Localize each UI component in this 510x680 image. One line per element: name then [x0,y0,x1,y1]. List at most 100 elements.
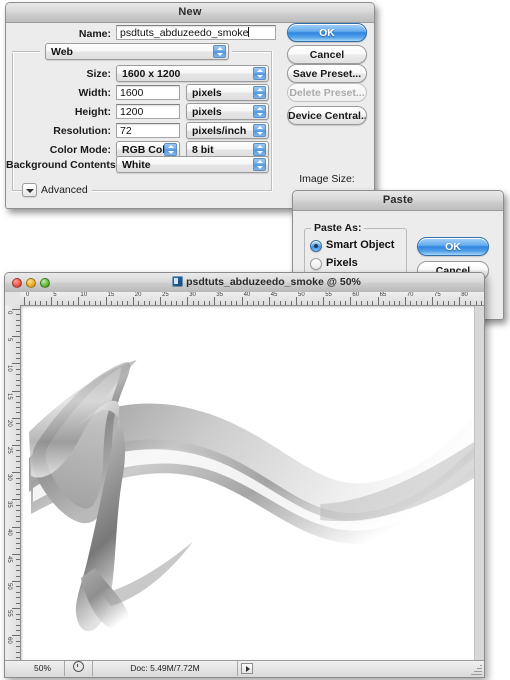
ruler-tick [198,301,200,305]
ruler-tick [16,341,20,343]
row-label-4: Color Mode: [49,144,111,156]
paste-ok-button[interactable]: OK [417,237,489,256]
preset-group-line-right [271,51,272,191]
ruler-tick [16,657,20,659]
advanced-disclosure-triangle[interactable] [22,183,37,197]
ruler-tick [83,301,85,305]
ruler-tick [377,297,379,305]
resize-grip[interactable] [470,663,483,676]
ruler-label: 0 [6,311,12,315]
ruler-tick [16,466,20,468]
status-menu-arrow-icon[interactable] [241,663,253,674]
ruler-tick [16,548,20,550]
status-bar: 50% Doc: 5.49M/7.72M [5,660,484,677]
ruler-tick [219,301,221,305]
ruler-tick [127,301,129,305]
ruler-label: 5 [6,338,12,342]
ruler-label: 80 [461,292,468,298]
ruler-tick [67,301,69,305]
ruler-tick [16,613,20,615]
ruler-tick [312,301,314,305]
ruler-tick [252,301,254,305]
document-title-text: psdtuts_abduzeedo_smoke @ 50% [186,276,361,288]
ok-button[interactable]: OK [287,23,367,42]
ruler-tick [16,532,20,533]
ruler-tick [432,297,433,305]
resolution-unit-value: pixels/inch [192,125,247,137]
resolution-input[interactable]: 72 [116,123,180,138]
ruler-tick [143,301,145,305]
ruler-tick [437,301,439,305]
ruler-tick [16,488,20,490]
canvas[interactable] [21,306,475,660]
row-label-0: Size: [86,68,111,80]
radio-label-smart-object[interactable]: Smart Object [326,239,394,251]
ruler-tick [279,301,281,305]
color-depth-value: 8 bit [192,144,214,156]
ruler-tick [16,537,20,539]
ruler-tick [16,461,20,463]
radio-label-pixels[interactable]: Pixels [326,257,358,269]
height-input[interactable]: 1200 [116,104,180,119]
ruler-tick [51,297,53,305]
ruler-tick [241,297,243,305]
horizontal-ruler[interactable]: 0 5 10 15 20 25 30 35 40 45 50 55 60 65 70 75 80 [20,292,484,306]
preset-popup[interactable]: Web [45,43,229,60]
ruler-tick [16,319,20,321]
ruler-tick [12,581,20,582]
ruler-tick [426,301,428,305]
vertical-ruler[interactable]: 05101520253035404550556065 [5,305,21,677]
cancel-button[interactable]: Cancel [287,45,367,64]
resolution-unit-popup[interactable]: pixels/inch [186,122,269,139]
image-size-label: Image Size: [299,173,355,185]
document-titlebar[interactable]: psdtuts_abduzeedo_smoke @ 50% [5,273,484,293]
ruler-label: 35 [6,501,12,509]
ruler-tick [209,301,210,305]
width-unit-popup[interactable]: pixels [186,84,269,101]
radio-pixels[interactable] [310,258,322,270]
name-label: Name: [78,28,111,40]
ruler-label: 40 [6,528,12,536]
ruler-tick [170,301,172,305]
ruler-tick [16,619,20,621]
ruler-tick [459,297,461,305]
background-contents-value: White [122,159,151,171]
ruler-tick [16,640,20,642]
chevron-updown-icon [253,105,266,118]
ruler-tick [214,297,216,305]
ruler-tick [323,297,325,305]
ruler-tick [16,591,20,593]
device-central-button[interactable]: Device Central... [287,106,367,125]
advanced-label: Advanced [41,184,88,196]
height-unit-popup[interactable]: pixels [186,103,269,120]
ruler-tick [16,450,20,452]
ruler-tick [12,526,20,528]
ruler-tick [16,559,20,561]
size-popup[interactable]: 1600 x 1200 [116,65,269,82]
document-size-info[interactable]: Doc: 5.49M/7.72M [93,661,238,676]
ruler-tick [40,301,42,305]
zoom-level[interactable]: 50% [21,661,65,676]
radio-smart-object[interactable] [310,240,322,252]
ruler-tick [12,553,20,555]
ruler-tick [203,301,205,305]
ruler-tick [470,301,472,305]
background-contents-popup[interactable]: White [116,156,269,173]
paste-as-group-label: Paste As: [311,222,365,234]
name-input[interactable]: psdtuts_abduzeedo_smoke [116,25,276,40]
ruler-tick [475,301,477,305]
ruler-tick [268,297,270,305]
ruler-tick [328,301,330,305]
ruler-tick [12,608,20,610]
ruler-tick [154,301,156,305]
save-preset-button[interactable]: Save Preset... [287,64,367,83]
ruler-tick [16,504,20,506]
ruler-tick [453,301,455,305]
ruler-label: 10 [80,292,88,298]
width-input[interactable]: 1600 [116,85,180,100]
ruler-tick [16,510,20,512]
ruler-tick [12,499,20,501]
ruler-tick [16,494,20,495]
ruler-tick [24,297,25,305]
ruler-tick [16,542,20,544]
